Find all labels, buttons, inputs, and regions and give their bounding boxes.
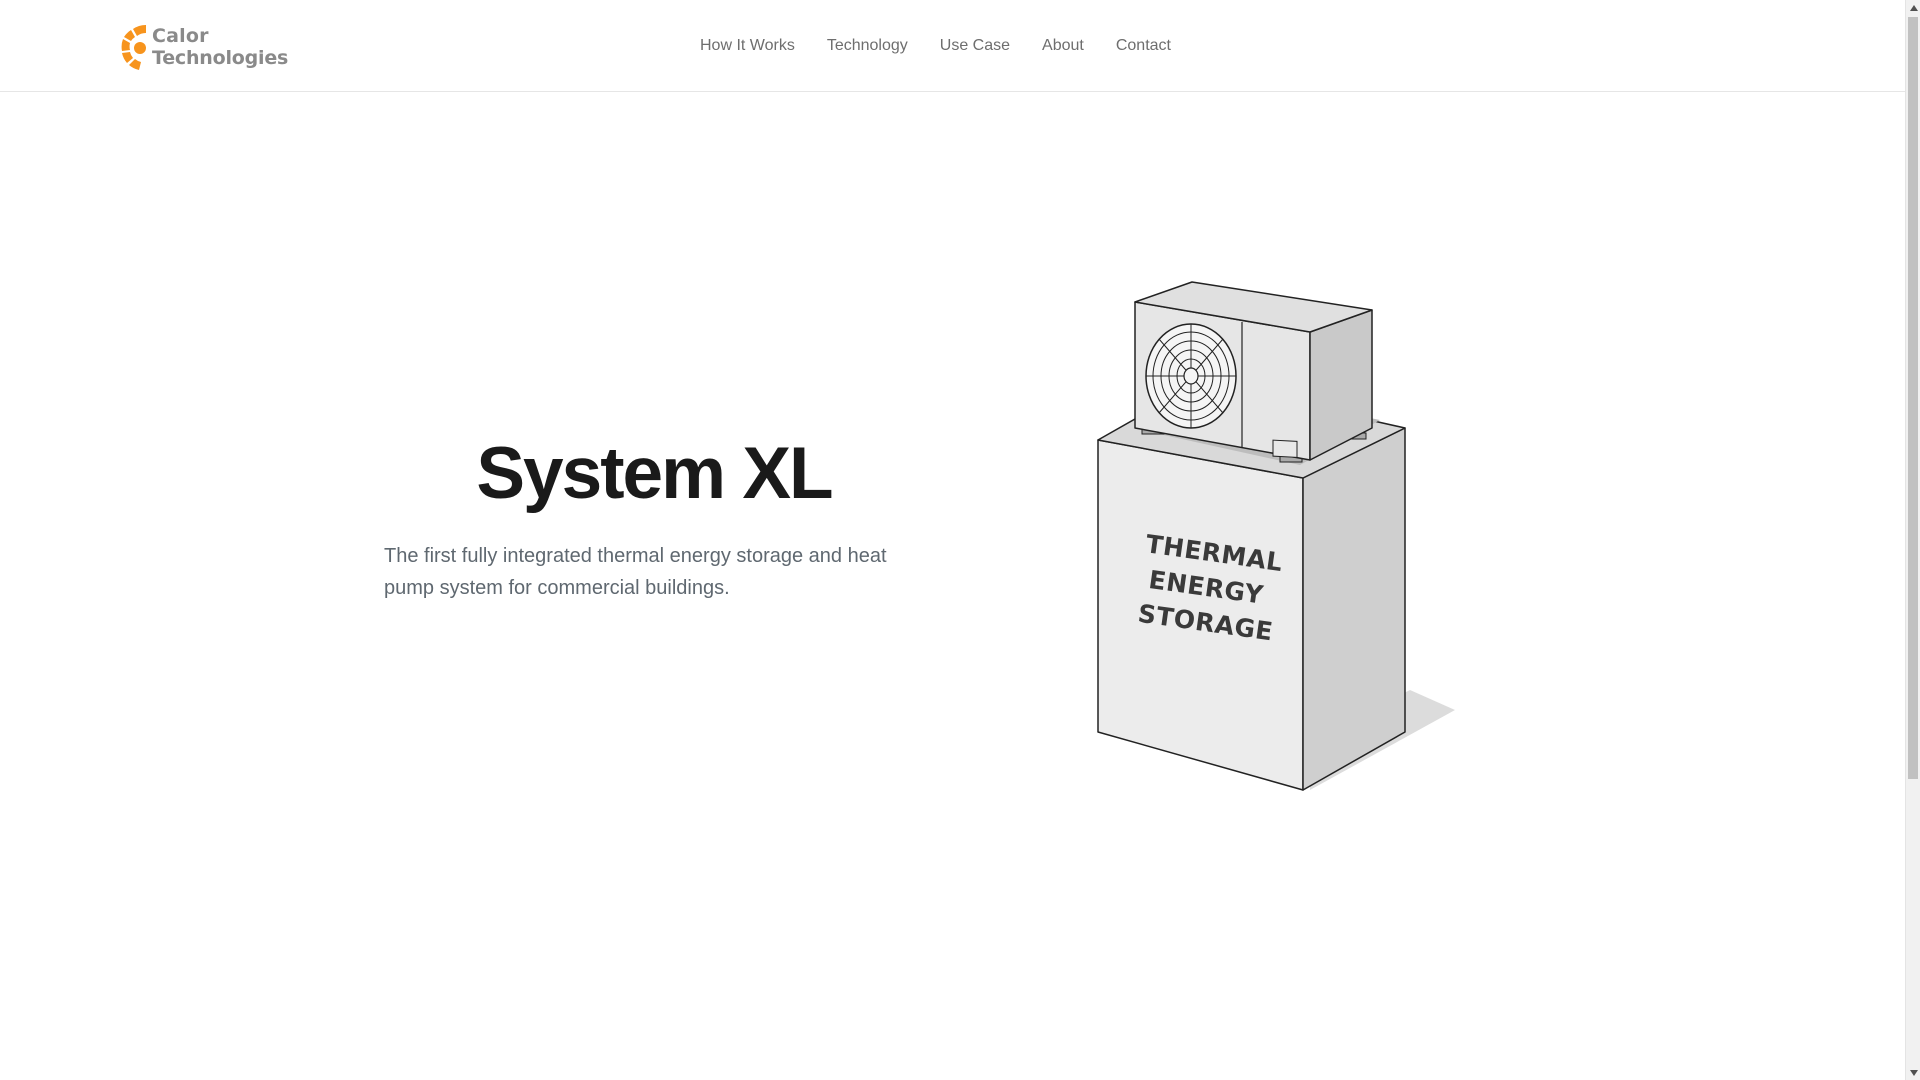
nav-link-how-it-works[interactable]: How It Works: [700, 30, 795, 62]
logo-text-line2: Technologies: [152, 47, 289, 69]
nav-link-about[interactable]: About: [1042, 30, 1084, 62]
scroll-down-arrow-icon[interactable]: [1906, 1065, 1920, 1080]
page-viewport: Calor Technologies How It Works Technolo…: [0, 0, 1905, 1080]
main-nav: How It Works Technology Use Case About C…: [700, 30, 1171, 62]
fan-icon: [1145, 323, 1237, 429]
scrollbar-thumb[interactable]: [1908, 17, 1918, 779]
hero-subtitle: The first fully integrated thermal energ…: [384, 545, 887, 599]
heat-pump-on-storage-tank-illustration: THERMAL ENERGY STORAGE: [1097, 281, 1455, 791]
nav-link-use-case[interactable]: Use Case: [940, 30, 1010, 62]
sun-arc-logo-icon: [121, 24, 146, 70]
page-scrollbar[interactable]: [1905, 0, 1920, 1080]
logo-text-line1: Calor: [152, 25, 209, 47]
site-header: Calor Technologies How It Works Technolo…: [0, 0, 1905, 92]
storage-tank-label: THERMAL ENERGY STORAGE: [1136, 529, 1284, 646]
logo-wordmark: Calor Technologies: [152, 25, 288, 69]
nav-link-technology[interactable]: Technology: [827, 30, 908, 62]
storage-tank-side-face: [1302, 427, 1406, 791]
logo-link[interactable]: Calor Technologies: [119, 22, 288, 72]
scroll-up-arrow-icon[interactable]: [1906, 0, 1920, 15]
nav-link-contact[interactable]: Contact: [1116, 30, 1171, 62]
hero-title: System XL: [476, 433, 833, 514]
